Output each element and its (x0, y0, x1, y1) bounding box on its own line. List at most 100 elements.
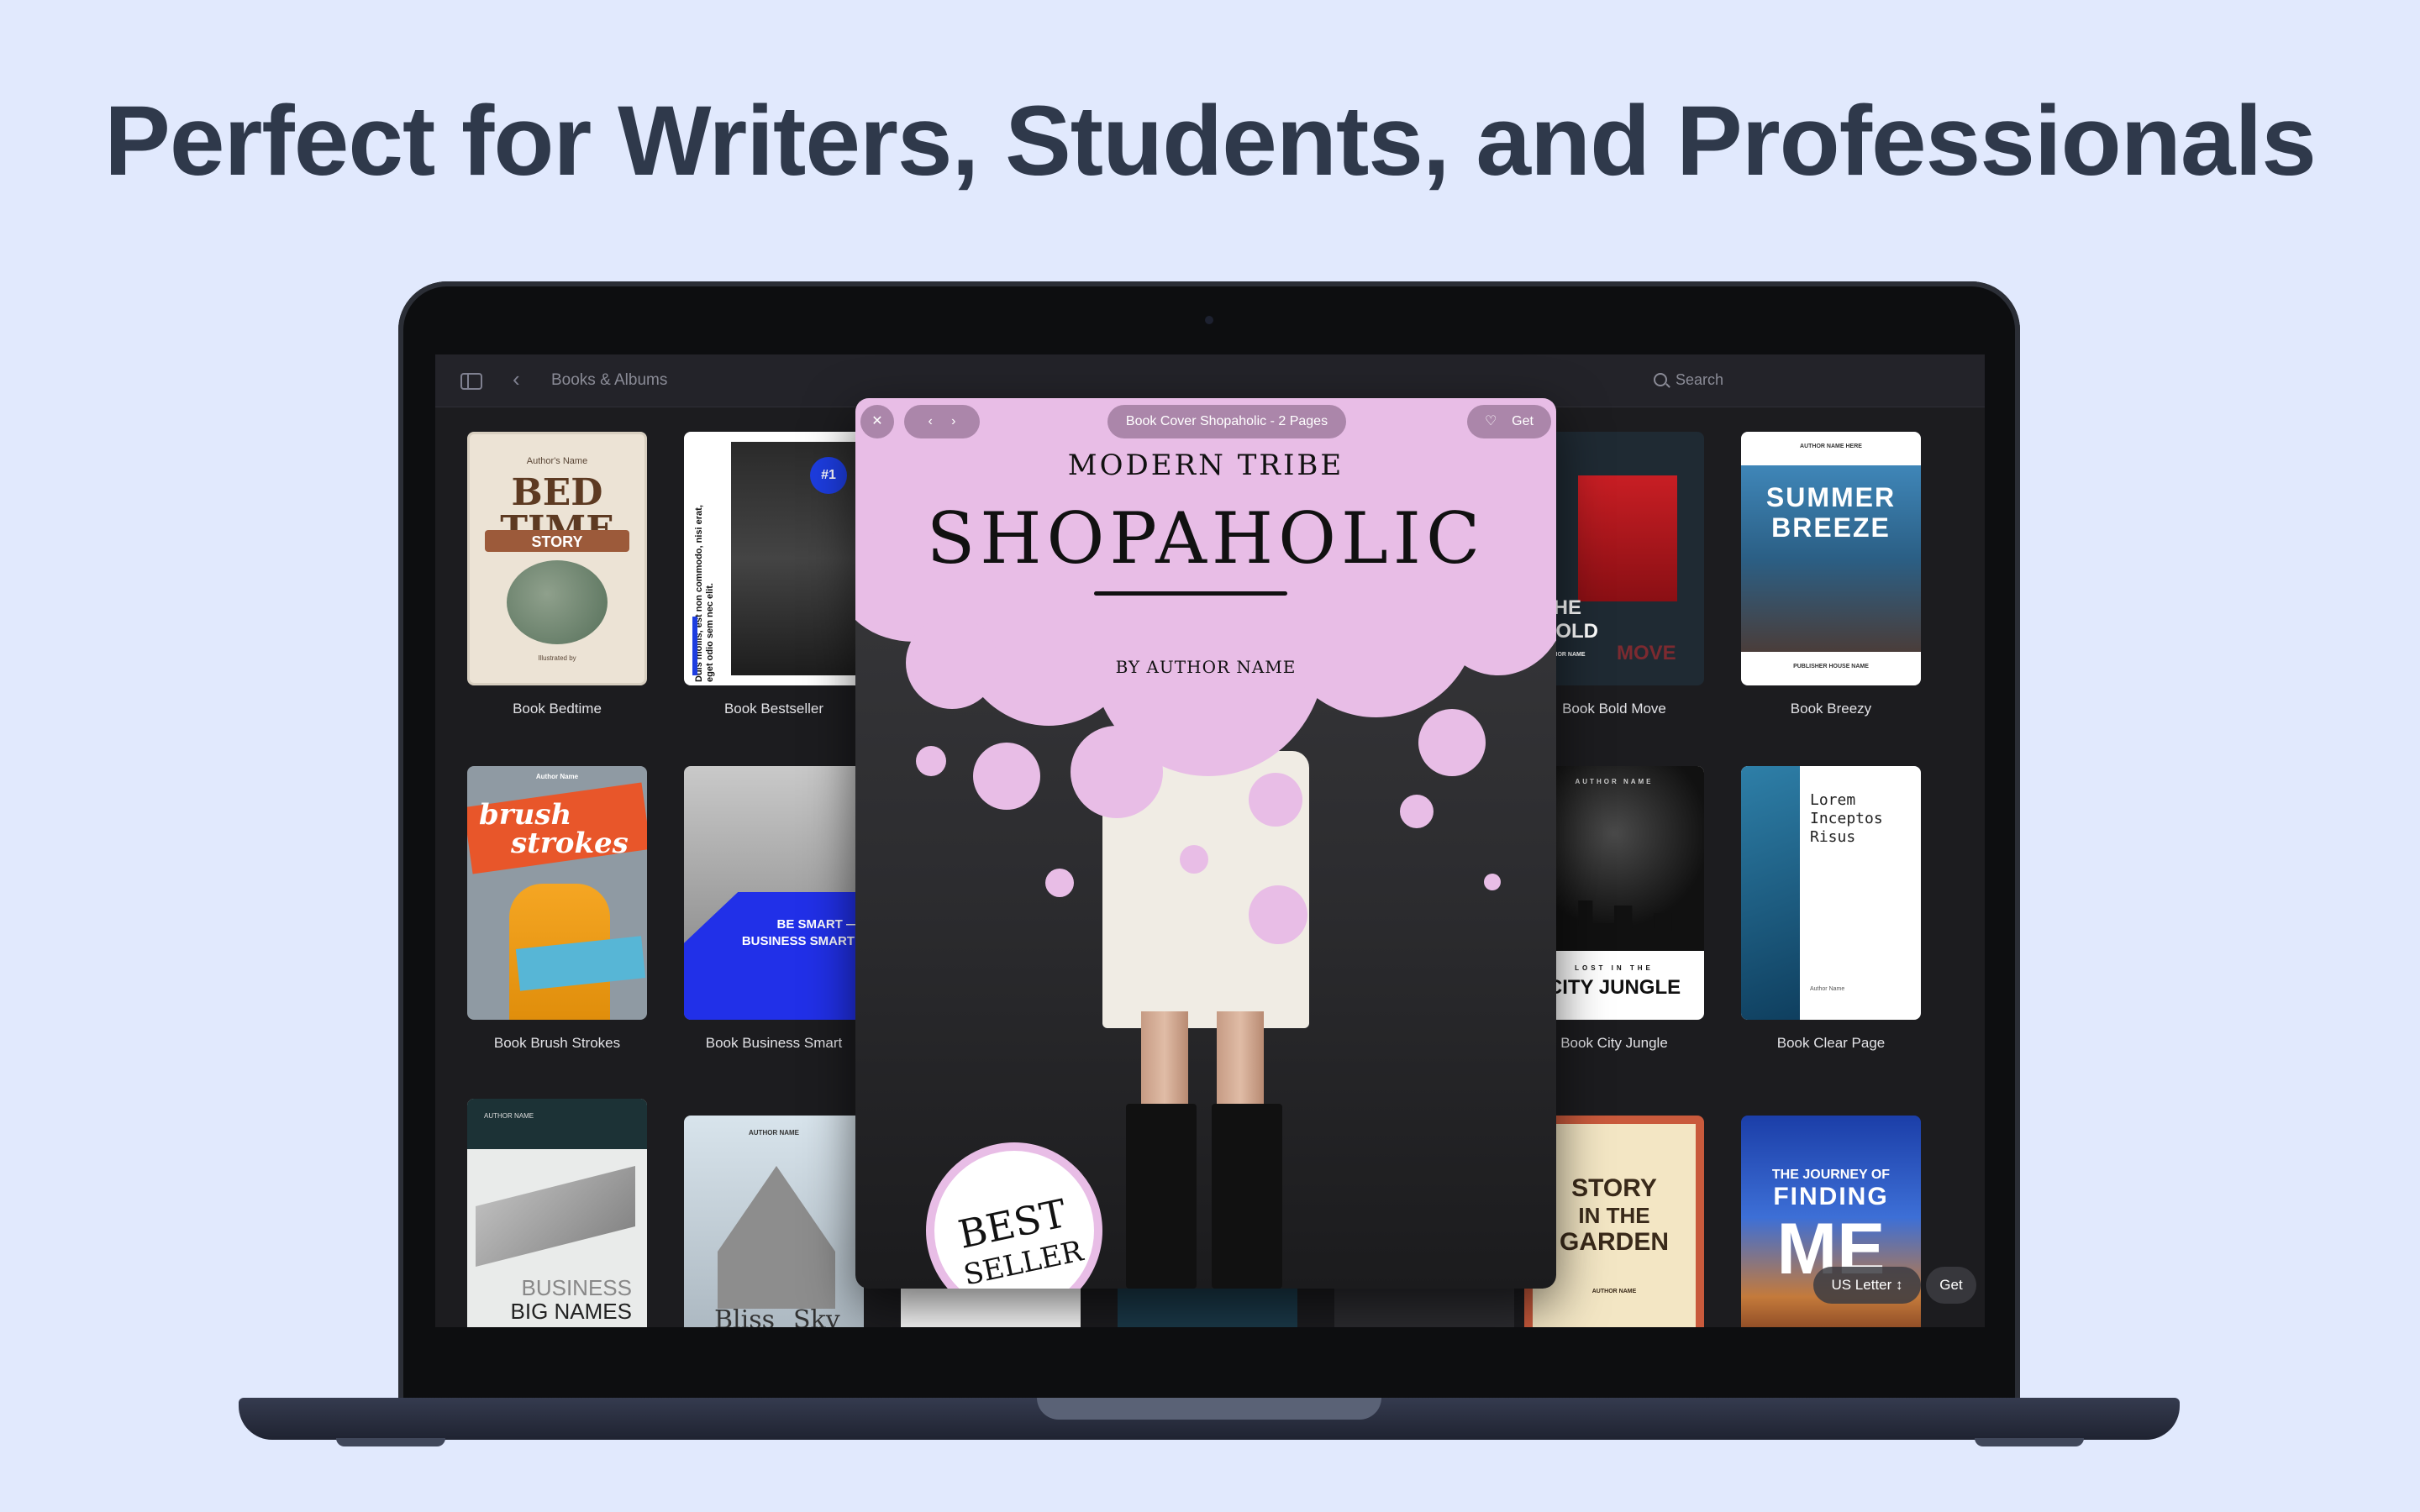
laptop-foot-right (1975, 1438, 2084, 1446)
template-card-business-names[interactable]: AUTHOR NAME BUSINESS BIG NAMES (467, 1099, 647, 1327)
card-label: Book Clear Page (1776, 1035, 1886, 1051)
camera (1205, 316, 1213, 324)
template-card-breezy[interactable]: AUTHOR NAME HERE SUMMER BREEZE PUBLISHER… (1741, 432, 1921, 717)
cover-thumbnail: BE SMART — BUSINESS SMART! (684, 766, 864, 1020)
cover-photo (1578, 475, 1677, 601)
best-seller-badge: BEST SELLER (926, 1142, 1102, 1289)
cover-text: Lorem (1810, 791, 1856, 809)
paper-size-value: US Letter (1831, 1277, 1892, 1293)
heart-icon[interactable]: ♡ (1485, 414, 1497, 428)
title-underline (1094, 591, 1287, 596)
cover-text: FINDING (1773, 1183, 1889, 1210)
search-icon (1654, 373, 1667, 386)
cover-text: BUSINESS SMART! (741, 934, 859, 948)
search-field[interactable]: Search (1654, 370, 1906, 393)
chevron-left-icon[interactable]: ‹ (929, 414, 933, 428)
cover-thumbnail: AUTHOR NAME BUSINESS BIG NAMES (467, 1099, 647, 1327)
cover-byline: BY AUTHOR NAME (1115, 657, 1297, 677)
cover-thumbnail: Author's Name BED TIME STORY Illustrated… (467, 432, 647, 685)
pink-bubble (1400, 795, 1434, 828)
card-label: Book Breezy (1790, 701, 1872, 717)
app-screen: ‹ Books & Albums Search Author's Name BE… (435, 354, 1985, 1327)
cover-thumbnail: AUTHOR NAME HERE SUMMER BREEZE PUBLISHER… (1741, 432, 1921, 685)
pink-bubble (1071, 726, 1163, 818)
close-icon: ✕ (871, 414, 883, 428)
cover-text: Illustrated by (538, 654, 576, 662)
template-card-bliss[interactable]: AUTHOR NAME Bliss Sky (684, 1116, 864, 1327)
template-card-bedtime[interactable]: Author's Name BED TIME STORY Illustrated… (467, 432, 647, 717)
cover-text: STORY (1571, 1174, 1657, 1202)
cover-photo (1741, 766, 1800, 1020)
cover-text: AUTHOR NAME HERE (1800, 444, 1862, 449)
cover-band (467, 1099, 647, 1149)
cover-text: BE SMART — (776, 917, 860, 932)
back-chevron-icon[interactable]: ‹ (513, 366, 520, 392)
get-button[interactable]: Get (1926, 1267, 1976, 1304)
cover-text: BUSINESS (521, 1275, 633, 1300)
cover-thumbnail: AUTHOR NAME Bliss Sky (684, 1116, 864, 1327)
cover-text: IN THE (1578, 1203, 1650, 1228)
pink-bubble (1249, 773, 1302, 827)
cover-title: SHOPAHOLIC (926, 497, 1486, 580)
cover-accent (692, 617, 697, 675)
cover-text: BREEZE (1771, 512, 1891, 543)
cover-text: Author Name (1810, 986, 1845, 992)
cover-text: Risus (1810, 828, 1856, 846)
search-placeholder: Search (1676, 371, 1724, 388)
cover-panel (684, 892, 864, 1020)
template-card-clear-page[interactable]: Lorem Inceptos Risus Author Name Book Cl… (1741, 766, 1921, 1052)
cover-photo (476, 1166, 635, 1267)
cover-text: Bliss (714, 1305, 776, 1327)
laptop-notch (1037, 1398, 1381, 1420)
model-boot (1126, 1104, 1197, 1289)
model-boot (1212, 1104, 1282, 1289)
cover-text: SUMMER (1765, 482, 1897, 512)
cover-text: strokes (511, 827, 629, 860)
cover-text: Sky (793, 1305, 840, 1327)
pink-bubble (1484, 874, 1501, 890)
pink-bubble (1418, 709, 1486, 776)
favorite-get-group[interactable]: ♡ Get (1467, 405, 1551, 438)
cover-text: MOVE (1617, 642, 1676, 664)
card-label: Book Bedtime (513, 701, 602, 717)
cover-text: PUBLISHER HOUSE NAME (1793, 664, 1869, 669)
template-title-pill: Book Cover Shopaholic - 2 Pages (1107, 405, 1346, 438)
pink-bubble (1249, 885, 1307, 944)
template-card-business-smart[interactable]: BE SMART — BUSINESS SMART! Book Business… (684, 766, 864, 1052)
cover-text: Author Name (535, 773, 579, 780)
cover-badge: #1 (810, 457, 847, 494)
chevron-right-icon[interactable]: › (951, 414, 955, 428)
laptop-foot-left (336, 1438, 445, 1446)
page-nav[interactable]: ‹ › (904, 405, 980, 438)
close-button[interactable]: ✕ (860, 405, 894, 438)
cover-text: Author's Name (526, 456, 588, 466)
cover-text: AUTHOR NAME (749, 1129, 799, 1137)
template-card-bestseller[interactable]: #1 Duis mollis, est non commodo, nisi er… (684, 432, 864, 717)
template-card-brush-strokes[interactable]: Author Name brush strokes Book Brush Str… (467, 766, 647, 1052)
cover-text: Inceptos (1810, 810, 1883, 827)
card-label: Book Business Smart (705, 1035, 843, 1051)
card-label: Book Brush Strokes (493, 1035, 621, 1051)
cover-thumbnail: Author Name brush strokes (467, 766, 647, 1020)
template-preview-modal: MODERN TRIBE SHOPAHOLIC BY AUTHOR NAME B… (855, 398, 1556, 1289)
pink-bubble (1045, 869, 1074, 897)
cover-series: MODERN TRIBE (1067, 449, 1344, 482)
cover-text: GARDEN (1559, 1228, 1669, 1256)
chevron-updown-icon: ↕ (1896, 1277, 1903, 1293)
cover-thumbnail: #1 Duis mollis, est non commodo, nisi er… (684, 432, 864, 685)
page-headline: Perfect for Writers, Students, and Profe… (104, 86, 2317, 197)
sidebar-toggle-icon[interactable] (460, 373, 482, 390)
cover-text: THE JOURNEY OF (1771, 1168, 1891, 1182)
cover-thumbnail: Lorem Inceptos Risus Author Name (1741, 766, 1921, 1020)
cover-building (718, 1166, 835, 1309)
toolbar-title: Books & Albums (551, 371, 668, 389)
pink-bubble (916, 746, 946, 776)
cover-text: AUTHOR NAME (484, 1112, 534, 1120)
laptop-bezel (435, 1327, 1985, 1352)
paper-size-select[interactable]: US Letter ↕ (1813, 1267, 1921, 1304)
cover-text: STORY (531, 533, 583, 550)
cover-illustration (507, 560, 608, 644)
cover-text: BIG NAMES (510, 1299, 632, 1324)
modal-get-button[interactable]: Get (1512, 414, 1534, 428)
pink-bubble (1180, 845, 1208, 874)
